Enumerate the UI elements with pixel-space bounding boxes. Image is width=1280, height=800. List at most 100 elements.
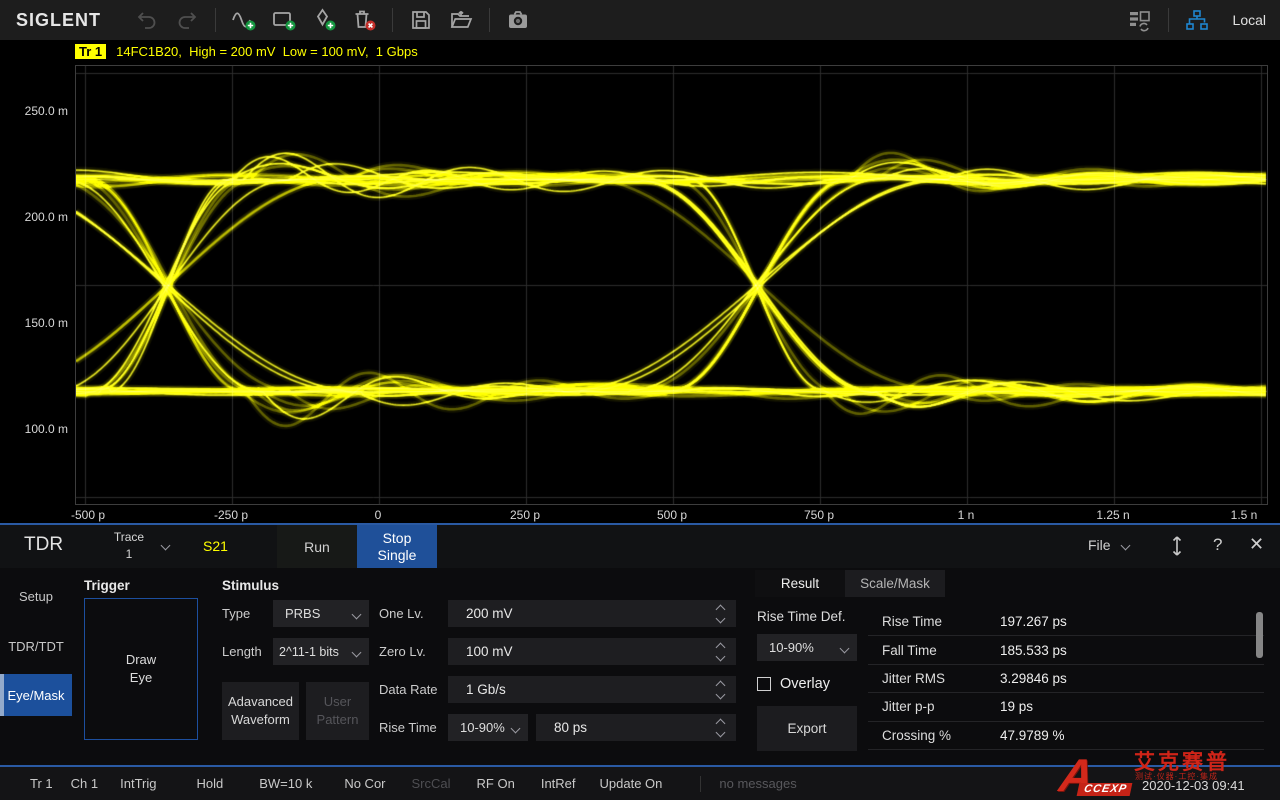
data-rate-field[interactable]: 1 Gb/s	[448, 676, 736, 703]
s-parameter-label[interactable]: S21	[203, 538, 228, 554]
network-lan-icon[interactable]	[1177, 4, 1217, 36]
help-button[interactable]: ?	[1213, 535, 1222, 555]
export-button[interactable]: Export	[757, 706, 857, 751]
stop-single-button[interactable]: StopSingle	[357, 525, 437, 568]
chevron-down-icon	[511, 724, 521, 734]
siglent-logo: SIGLENT	[16, 10, 101, 31]
undo-icon[interactable]	[127, 4, 167, 36]
control-panel: Setup TDR/TDT Eye/Mask Trigger DrawEye S…	[0, 568, 1280, 765]
add-marker-icon[interactable]	[304, 4, 344, 36]
table-row: Rise Time 197.267 ps	[868, 608, 1264, 636]
add-trace-icon[interactable]	[224, 4, 264, 36]
chevron-down-icon	[840, 644, 850, 654]
run-button[interactable]: Run	[277, 525, 357, 568]
trace-select-dropdown[interactable]: Trace 1	[100, 529, 158, 563]
zero-level-stepper[interactable]	[714, 640, 728, 663]
rise-time-stepper[interactable]	[714, 716, 728, 739]
open-file-icon[interactable]	[441, 4, 481, 36]
advanced-waveform-button[interactable]: AdavancedWaveform	[222, 682, 299, 740]
table-row: Fall Time 185.533 ps	[868, 636, 1264, 664]
x-tick-label: 1.5 n	[1212, 508, 1276, 522]
tdr-menu-bar: TDR Trace 1 S21 Run StopSingle File ? ✕	[0, 523, 1280, 568]
chevron-down-icon	[352, 648, 362, 658]
x-tick-label: -250 p	[199, 508, 263, 522]
status-hold: Hold	[196, 776, 223, 791]
sidebar-item-setup[interactable]: Setup	[0, 576, 72, 616]
status-bandwidth: BW=10 k	[259, 776, 312, 791]
length-dropdown[interactable]: 2^11-1 bits	[273, 638, 369, 665]
chevron-down-icon	[161, 541, 171, 551]
status-trigger: IntTrig	[120, 776, 156, 791]
y-tick-label: 150.0 m	[8, 316, 68, 330]
y-tick-label: 250.0 m	[8, 104, 68, 118]
status-update: Update On	[600, 776, 663, 791]
screenshot-icon[interactable]	[498, 4, 538, 36]
x-tick-label: 1 n	[934, 508, 998, 522]
length-label: Length	[222, 638, 262, 665]
type-label: Type	[222, 600, 250, 627]
x-tick-label: 500 p	[640, 508, 704, 522]
rise-time-field[interactable]: 80 ps	[536, 714, 736, 741]
zero-level-field[interactable]: 100 mV	[448, 638, 736, 665]
status-message: no messages	[719, 776, 796, 791]
rise-time-label: Rise Time	[379, 714, 437, 741]
data-rate-label: Data Rate	[379, 676, 438, 703]
toolbar-separator	[215, 8, 216, 32]
x-tick-label: 750 p	[787, 508, 851, 522]
close-icon[interactable]: ✕	[1249, 534, 1264, 555]
status-srccal: SrcCal	[412, 776, 451, 791]
rise-time-def-label: Rise Time Def.	[757, 608, 846, 626]
redo-icon[interactable]	[167, 4, 207, 36]
type-dropdown[interactable]: PRBS	[273, 600, 369, 627]
measurement-table: Rise Time 197.267 ps Fall Time 185.533 p…	[868, 608, 1264, 750]
x-tick-label: 250 p	[493, 508, 557, 522]
overlay-checkbox[interactable]: Overlay	[757, 676, 830, 692]
chevron-down-icon	[352, 610, 362, 620]
table-row: Jitter p-p 19 ps	[868, 693, 1264, 721]
add-window-icon[interactable]	[264, 4, 304, 36]
one-level-field[interactable]: 200 mV	[448, 600, 736, 627]
trace-info-bar: Tr 1 14FC1B20, High = 200 mV Low = 100 m…	[75, 44, 418, 59]
trigger-section-title: Trigger	[84, 578, 130, 593]
user-pattern-button[interactable]: UserPattern	[306, 682, 369, 740]
y-tick-label: 200.0 m	[8, 210, 68, 224]
tab-scale-mask[interactable]: Scale/Mask	[845, 570, 945, 597]
x-tick-label: 1.25 n	[1081, 508, 1145, 522]
status-ref: IntRef	[541, 776, 576, 791]
status-bar: Tr 1 Ch 1 IntTrig Hold BW=10 k No Cor Sr…	[0, 765, 1280, 800]
status-trace: Tr 1	[30, 776, 53, 791]
status-rf: RF On	[477, 776, 515, 791]
x-tick-label: 0	[346, 508, 410, 522]
file-menu[interactable]: File	[1088, 537, 1111, 553]
toolbar-separator	[392, 8, 393, 32]
data-rate-stepper[interactable]	[714, 678, 728, 701]
trace-badge[interactable]: Tr 1	[75, 44, 106, 59]
result-rise-def-dropdown[interactable]: 10-90%	[757, 634, 857, 661]
toolbar-separator	[489, 8, 490, 32]
status-separator	[700, 776, 701, 792]
instrument-screen: SIGLENT	[0, 0, 1280, 800]
checkbox-icon	[757, 677, 771, 691]
eye-plot[interactable]	[75, 65, 1268, 505]
local-mode-button[interactable]: Local	[1233, 12, 1266, 28]
rise-time-def-dropdown[interactable]: 10-90%	[448, 714, 528, 741]
layout-sync-icon[interactable]	[1120, 4, 1160, 36]
status-correction: No Cor	[344, 776, 385, 791]
trace-info-text: 14FC1B20, High = 200 mV Low = 100 mV, 1 …	[116, 44, 418, 59]
table-row: Crossing % 47.9789 %	[868, 722, 1264, 750]
top-toolbar: SIGLENT	[0, 0, 1280, 40]
expand-panel-icon[interactable]	[1170, 533, 1184, 564]
delete-icon[interactable]	[344, 4, 384, 36]
save-icon[interactable]	[401, 4, 441, 36]
one-level-stepper[interactable]	[714, 602, 728, 625]
y-tick-label: 100.0 m	[8, 422, 68, 436]
toolbar-separator	[1168, 8, 1169, 32]
results-scrollbar[interactable]	[1256, 612, 1263, 658]
status-channel: Ch 1	[71, 776, 98, 791]
sidebar-item-tdr-tdt[interactable]: TDR/TDT	[0, 626, 72, 666]
draw-eye-button[interactable]: DrawEye	[84, 598, 198, 740]
tab-result[interactable]: Result	[755, 570, 845, 597]
x-tick-label: -500 p	[56, 508, 120, 522]
eye-canvas[interactable]	[76, 66, 1267, 504]
sidebar-item-eye-mask[interactable]: Eye/Mask	[0, 674, 72, 716]
